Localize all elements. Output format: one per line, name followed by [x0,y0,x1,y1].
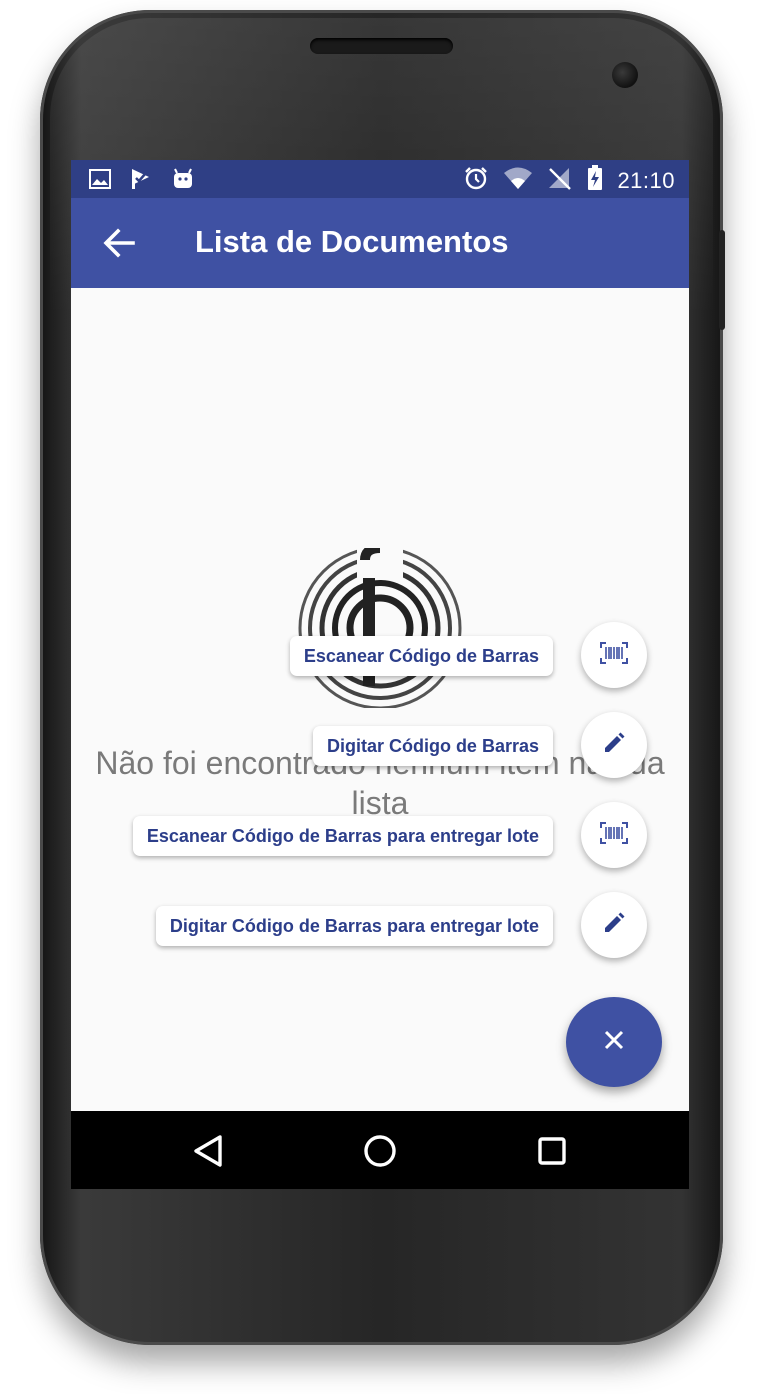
image-icon [89,169,111,194]
nav-home-icon [358,1135,402,1177]
status-bar: 21:10 [71,160,689,198]
earpiece-speaker [310,38,453,54]
alarm-icon [463,165,489,196]
close-fab-button[interactable] [566,997,662,1087]
fab-action-label-scan-lote[interactable]: Escanear Código de Barras para entregar … [132,816,553,856]
screen: 21:10 Lista de Documentos Não foi encont… [71,160,689,1189]
type-barcode-button[interactable] [581,712,647,778]
front-camera [612,62,638,88]
battery-charging-icon [587,165,603,196]
wifi-icon [503,166,533,195]
app-logo [295,543,465,710]
close-icon [603,1029,625,1056]
nav-recents-button[interactable] [530,1129,574,1173]
power-button [719,230,725,330]
android-icon [171,167,195,196]
navigation-bar [71,1111,689,1189]
scan-barcode-lote-button[interactable] [581,802,647,868]
main-content: Não foi encontrado nenhum item na sua li… [71,288,689,1111]
type-barcode-lote-button[interactable] [581,892,647,958]
no-signal-icon [547,166,573,195]
fab-action-label-type-lote[interactable]: Digitar Código de Barras para entregar l… [155,906,553,946]
nav-recents-icon [530,1137,574,1177]
nav-back-button[interactable] [188,1129,232,1173]
pencil-icon [603,732,625,759]
fab-action-label-scan[interactable]: Escanear Código de Barras [289,636,553,676]
clock: 21:10 [617,167,675,193]
pencil-icon [603,912,625,939]
app-bar: Lista de Documentos [71,198,689,288]
barcode-scan-icon [600,641,628,669]
nav-back-icon [188,1135,232,1177]
barcode-scan-icon [600,821,628,849]
check-flag-icon [129,167,153,196]
scan-barcode-button[interactable] [581,622,647,688]
back-button[interactable] [99,223,139,263]
fab-action-label-type[interactable]: Digitar Código de Barras [312,726,553,766]
page-title: Lista de Documentos [195,224,509,259]
nav-home-button[interactable] [358,1129,402,1173]
arrow-back-icon [99,228,139,267]
